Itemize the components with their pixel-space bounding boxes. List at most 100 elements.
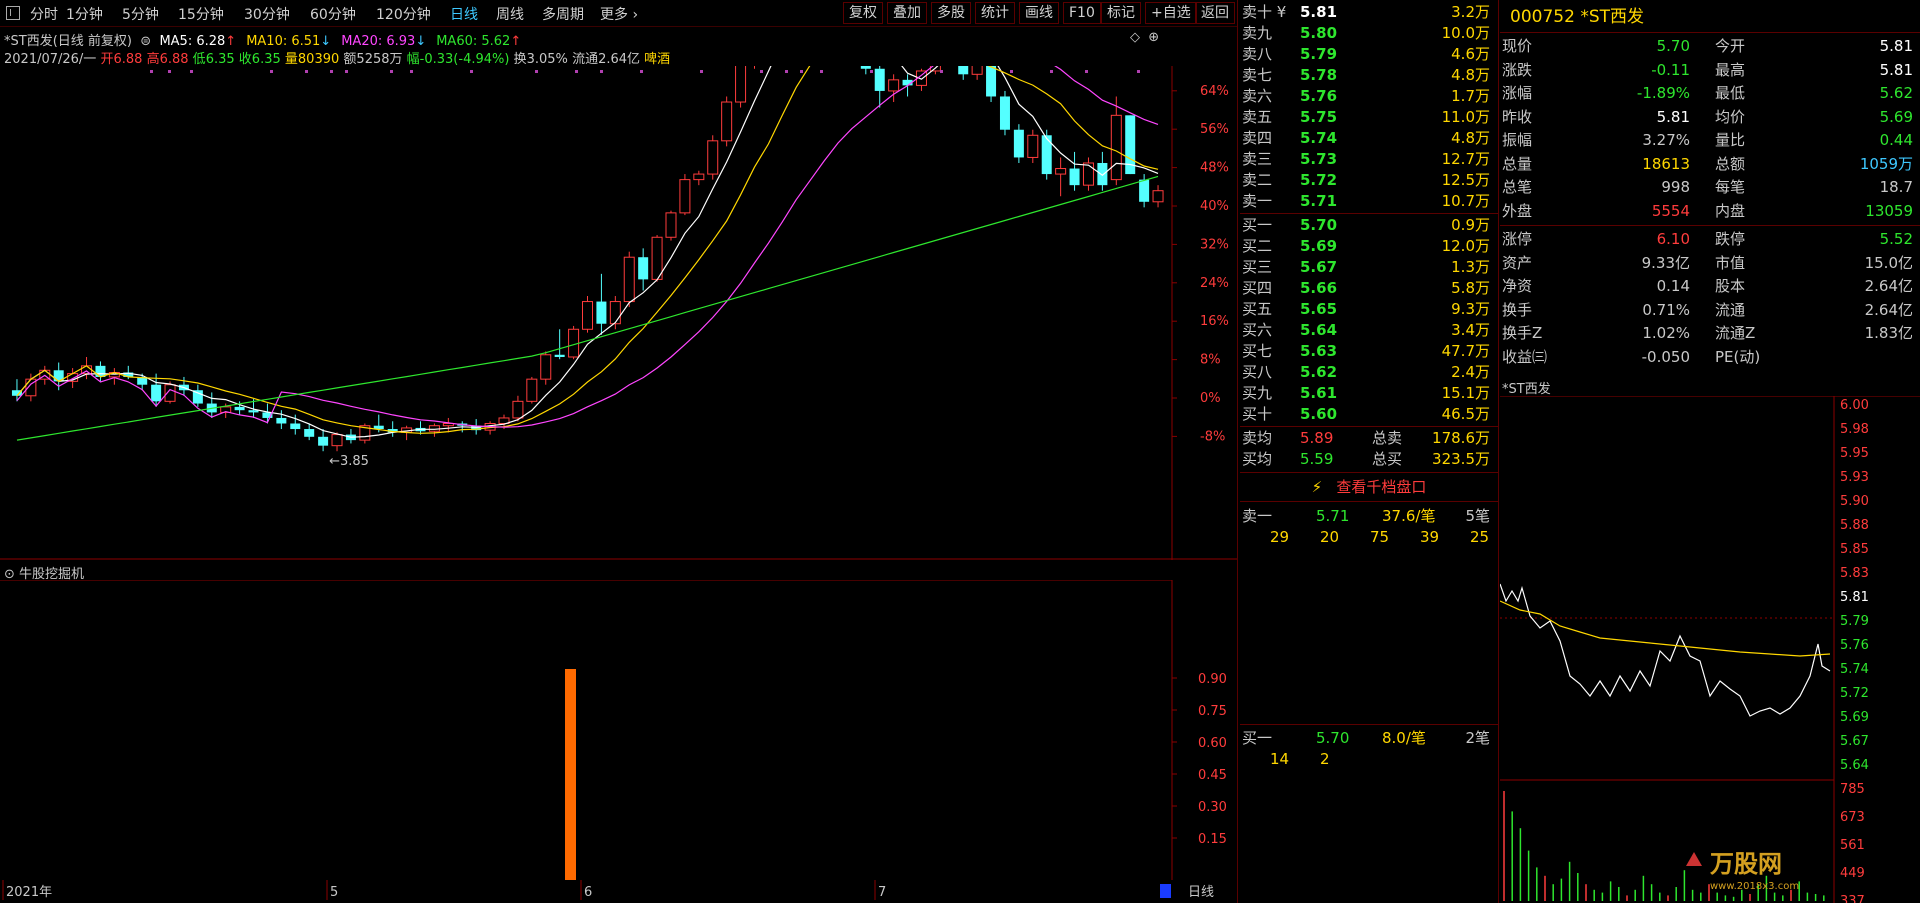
ask-row-9[interactable]: 卖一 5.71 10.7万	[1240, 191, 1498, 212]
candle[interactable]	[192, 384, 203, 407]
candle[interactable]	[596, 273, 607, 335]
bid-row-7[interactable]: 买八 5.62 2.4万	[1240, 362, 1498, 383]
bid-row-9[interactable]: 买十 5.60 46.5万	[1240, 404, 1498, 425]
period-tab-2[interactable]: 5分钟	[122, 4, 159, 24]
candle[interactable]	[1055, 157, 1067, 197]
axis-scroll-button[interactable]	[1160, 884, 1171, 898]
candle[interactable]	[679, 174, 691, 216]
bid-row-6[interactable]: 买七 5.63 47.7万	[1240, 341, 1498, 362]
ma-toggle-icon[interactable]: ⊜	[136, 34, 155, 49]
period-tab-9[interactable]: 多周期	[542, 4, 584, 24]
ask-row-5[interactable]: 卖五 5.75 11.0万	[1240, 107, 1498, 128]
candle[interactable]	[860, 66, 871, 75]
candle[interactable]	[623, 251, 635, 308]
ask-row-6[interactable]: 卖四 5.74 4.8万	[1240, 128, 1498, 149]
candle[interactable]	[1152, 185, 1164, 208]
candle[interactable]	[1097, 151, 1108, 191]
candle[interactable]	[1082, 157, 1094, 191]
bid-row-3[interactable]: 买四 5.66 5.8万	[1240, 278, 1498, 299]
ask-row-3[interactable]: 卖七 5.78 4.8万	[1240, 65, 1498, 86]
candle[interactable]	[276, 410, 287, 430]
kline-chart[interactable]: 96%88%80%72%64%56%48%40%32%24%16%8%0%-8%…	[0, 66, 1237, 560]
ask-row-4[interactable]: 卖六 5.76 1.7万	[1240, 86, 1498, 107]
candle[interactable]	[665, 210, 677, 241]
quote-label: 总笔	[1502, 178, 1533, 196]
thousand-depth-link[interactable]: ⚡ 查看千档盘口	[1240, 475, 1498, 499]
toolbar-btn-5[interactable]: F10	[1063, 2, 1101, 24]
period-tab-8[interactable]: 周线	[496, 4, 524, 24]
candle[interactable]	[749, 66, 759, 69]
candle[interactable]	[387, 421, 398, 437]
signal-dot	[600, 70, 603, 73]
bid-row-5[interactable]: 买六 5.64 3.4万	[1240, 320, 1498, 341]
ask-row-1[interactable]: 卖九 5.80 10.0万	[1240, 23, 1498, 44]
chart-menu-icon[interactable]: ⊕	[1148, 30, 1159, 45]
candle[interactable]	[735, 66, 747, 108]
bid-row-8[interactable]: 买九 5.61 15.1万	[1240, 383, 1498, 404]
kchart-title-row: *ST西发(日线 前复权) ⊜ MA5: 6.28↑ MA10: 6.51↓ MA2…	[4, 30, 531, 49]
period-tab-10[interactable]: 更多 ›	[600, 4, 638, 24]
candle[interactable]	[888, 74, 900, 103]
period-tab-5[interactable]: 60分钟	[310, 4, 356, 24]
ask-row-2[interactable]: 卖八 5.79 4.6万	[1240, 44, 1498, 65]
candle[interactable]	[206, 392, 217, 418]
ask-row-7[interactable]: 卖三 5.73 12.7万	[1240, 149, 1498, 170]
candle[interactable]	[526, 376, 538, 404]
period-tab-1[interactable]: 1分钟	[66, 4, 103, 24]
indicator-bar[interactable]	[565, 669, 576, 880]
candle[interactable]	[1027, 129, 1039, 163]
candle[interactable]	[318, 429, 329, 452]
intraday-mini-chart[interactable]: 6.00 5.98 5.95 5.93 5.90 5.88 5.85 5.83 5.81 5.79…	[1500, 396, 1920, 903]
industry-tag[interactable]: 啤酒	[644, 52, 670, 67]
candle[interactable]	[568, 325, 580, 360]
period-tab-7[interactable]: 日线	[450, 4, 478, 24]
toolbar-btn-2[interactable]: 多股	[931, 2, 971, 24]
candle[interactable]	[428, 423, 440, 437]
candle[interactable]	[582, 296, 593, 333]
toolbar-btn-8[interactable]: 返回	[1195, 2, 1235, 24]
quote-label: 外盘	[1502, 201, 1533, 220]
candle[interactable]	[554, 329, 565, 360]
candle[interactable]	[1013, 124, 1024, 163]
candle[interactable]	[638, 248, 649, 291]
candle[interactable]	[442, 417, 454, 433]
period-toolbar: 分时 1分钟 5分钟 15分钟 30分钟 60分钟 120分钟 日线 周线 多周期 更多 › 复权叠…	[0, 0, 1237, 27]
period-tab-4[interactable]: 30分钟	[244, 4, 290, 24]
toolbar-btn-7[interactable]: +自选	[1145, 2, 1197, 24]
candle[interactable]	[1069, 151, 1080, 191]
candle[interactable]	[721, 96, 733, 147]
candle[interactable]	[986, 66, 997, 103]
candle[interactable]	[999, 90, 1010, 136]
bid-row-1[interactable]: 买二 5.69 12.0万	[1240, 236, 1498, 257]
candle[interactable]	[874, 66, 885, 108]
toolbar-btn-4[interactable]: 画线	[1019, 2, 1059, 24]
toolbar-btn-0[interactable]: 复权	[843, 2, 883, 24]
candle[interactable]	[359, 423, 371, 444]
candle[interactable]	[1110, 96, 1122, 186]
bid-row-4[interactable]: 买五 5.65 9.3万	[1240, 299, 1498, 320]
candle[interactable]	[971, 66, 983, 80]
toolbar-btn-3[interactable]: 统计	[975, 2, 1015, 24]
diamond-icon[interactable]: ◇	[1130, 30, 1140, 45]
candle[interactable]	[108, 368, 120, 385]
bid-row-2[interactable]: 买三 5.67 1.3万	[1240, 257, 1498, 278]
toolbar-btn-6[interactable]: 标记	[1101, 2, 1141, 24]
candle[interactable]	[693, 170, 705, 186]
signal-dot	[150, 70, 153, 73]
toolbar-btn-1[interactable]: 叠加	[887, 2, 927, 24]
indicator-chart[interactable]: 0.90 0.75 0.60 0.45 0.30 0.15	[0, 580, 1237, 880]
bid-row-0[interactable]: 买一 5.70 0.9万	[1240, 215, 1498, 236]
level-label: 买七	[1242, 342, 1273, 360]
candle[interactable]	[707, 135, 719, 180]
period-tab-3[interactable]: 15分钟	[178, 4, 224, 24]
ask-row-8[interactable]: 卖二 5.72 12.5万	[1240, 170, 1498, 191]
period-tab-0[interactable]: 分时	[30, 4, 58, 24]
candle[interactable]	[958, 66, 969, 80]
period-tab-6[interactable]: 120分钟	[376, 4, 431, 24]
candle[interactable]	[609, 296, 621, 330]
candle[interactable]	[540, 351, 552, 385]
candle[interactable]	[1041, 129, 1052, 180]
candle[interactable]	[11, 379, 22, 402]
panel-toggle-icon[interactable]	[6, 6, 20, 20]
ask-row-0[interactable]: 卖十 ¥ 5.81 3.2万	[1240, 2, 1498, 23]
